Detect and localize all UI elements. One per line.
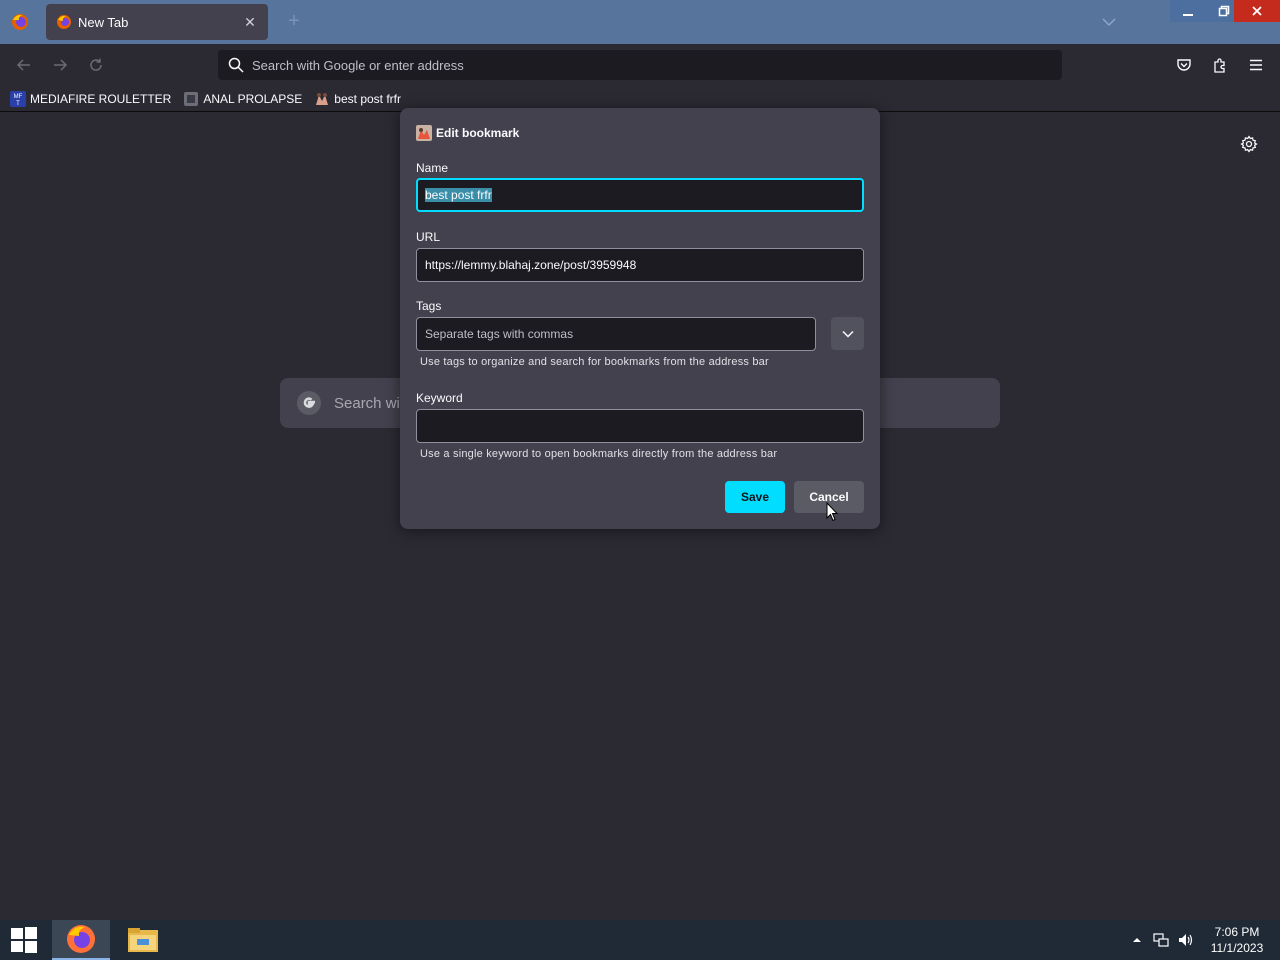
lemmy-favicon-icon	[314, 91, 330, 107]
bookmark-label: best post frfr	[334, 91, 401, 106]
bookmark-item[interactable]: best post frfr	[314, 91, 401, 107]
hamburger-menu-icon	[1250, 59, 1262, 71]
minimize-button[interactable]	[1170, 0, 1206, 22]
app-menu-button[interactable]	[1245, 54, 1267, 76]
network-button[interactable]	[1153, 932, 1169, 948]
edit-bookmark-dialog: Edit bookmark Name best post frfr URL ht…	[400, 108, 880, 529]
clock-time: 7:06 PM	[1214, 925, 1260, 939]
tags-field[interactable]	[416, 317, 816, 351]
bookmark-item[interactable]: MF T MEDIAFIRE ROULETTER	[10, 90, 172, 107]
system-clock[interactable]: 7:06 PM 11/1/2023	[1200, 924, 1274, 956]
close-icon	[1252, 6, 1262, 16]
title-bar: New Tab ✕ +	[0, 0, 1280, 44]
lemmy-favicon-icon	[416, 125, 432, 141]
keyword-hint: Use a single keyword to open bookmarks d…	[420, 448, 778, 460]
newtab-search-placeholder: Search wit	[334, 394, 405, 412]
mediafire-favicon-icon: MF T	[10, 90, 26, 107]
svg-text:T: T	[16, 101, 20, 107]
minimize-icon	[1183, 14, 1193, 16]
save-button[interactable]: Save	[725, 481, 785, 513]
google-icon	[297, 391, 321, 415]
speaker-icon	[1179, 934, 1193, 946]
tags-label: Tags	[416, 299, 442, 313]
volume-button[interactable]	[1178, 932, 1194, 948]
chevron-up-icon	[1133, 938, 1141, 942]
keyword-label: Keyword	[416, 391, 463, 405]
gear-icon[interactable]	[1240, 135, 1258, 153]
reload-icon	[90, 58, 102, 71]
navigation-toolbar	[0, 44, 1280, 86]
tags-input[interactable]	[425, 327, 815, 341]
url-label: URL	[416, 230, 441, 244]
restore-icon	[1218, 5, 1230, 17]
taskbar-firefox[interactable]	[52, 920, 110, 960]
puzzle-icon	[1214, 58, 1225, 73]
mouse-cursor-icon	[826, 502, 838, 522]
firefox-icon	[67, 925, 95, 953]
taskbar: 7:06 PM 11/1/2023	[0, 920, 1280, 960]
chevron-down-icon	[841, 330, 854, 338]
pocket-button[interactable]	[1173, 54, 1195, 76]
url-value: https://lemmy.blahaj.zone/post/3959948	[425, 258, 637, 272]
bookmark-label: ANAL PROLAPSE	[203, 91, 303, 106]
reload-button[interactable]	[85, 54, 107, 76]
keyword-field[interactable]	[416, 409, 864, 443]
name-value: best post frfr	[425, 188, 492, 202]
clock-date: 11/1/2023	[1210, 941, 1264, 955]
pocket-icon	[1177, 59, 1191, 71]
address-bar[interactable]	[218, 50, 1062, 80]
arrow-right-icon	[54, 59, 68, 71]
arrow-left-icon	[16, 59, 30, 71]
new-tab-button[interactable]: +	[282, 10, 306, 34]
folder-icon	[128, 928, 158, 952]
forward-button[interactable]	[49, 54, 71, 76]
firefox-tab-icon	[57, 15, 71, 29]
close-window-button[interactable]	[1234, 0, 1280, 22]
dialog-header: Edit bookmark	[416, 125, 519, 141]
bookmark-item[interactable]: ANAL PROLAPSE	[183, 91, 302, 107]
start-button[interactable]	[0, 920, 48, 960]
address-input[interactable]	[252, 57, 1062, 73]
tags-hint: Use tags to organize and search for book…	[420, 356, 769, 368]
svg-text:MF: MF	[14, 94, 23, 100]
close-tab-icon[interactable]: ✕	[242, 14, 258, 30]
search-icon	[228, 57, 244, 73]
keyword-input[interactable]	[425, 419, 863, 433]
bookmark-label: MEDIAFIRE ROULETTER	[30, 91, 172, 106]
network-icon	[1153, 933, 1169, 947]
url-field[interactable]: https://lemmy.blahaj.zone/post/3959948	[416, 248, 864, 282]
dialog-title: Edit bookmark	[436, 126, 520, 140]
name-field[interactable]: best post frfr	[416, 178, 864, 212]
tags-dropdown-button[interactable]	[831, 317, 864, 350]
extensions-button[interactable]	[1209, 54, 1231, 76]
tab-title: New Tab	[78, 14, 129, 30]
taskbar-file-explorer[interactable]	[114, 920, 172, 960]
show-hidden-icons-button[interactable]	[1132, 932, 1142, 948]
firefox-icon[interactable]	[10, 12, 30, 32]
back-button[interactable]	[13, 54, 35, 76]
page-favicon-icon	[183, 91, 199, 107]
chevron-down-icon[interactable]	[1098, 12, 1120, 32]
windows-logo-icon	[11, 927, 37, 953]
name-label: Name	[416, 161, 449, 175]
tab-new-tab[interactable]: New Tab ✕	[46, 4, 268, 40]
